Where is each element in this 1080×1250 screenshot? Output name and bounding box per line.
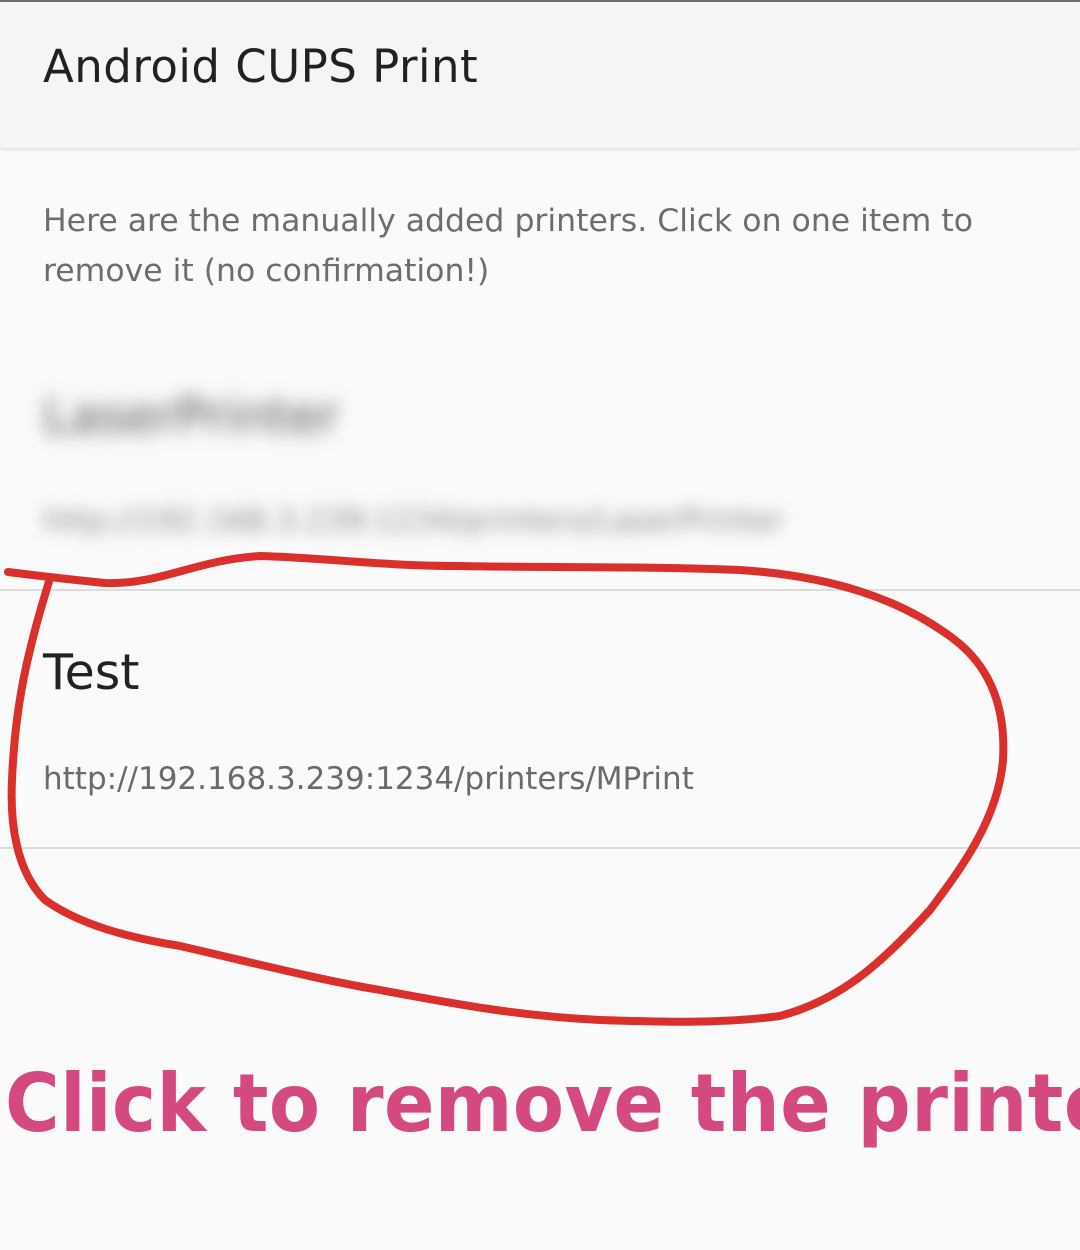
printer-list-item[interactable]: Test http://192.168.3.239:1234/printers/… [0,591,1080,847]
printer-name: LaserPrinter [43,388,340,445]
printer-list-item[interactable]: LaserPrinter http://192.168.3.239:1234/p… [0,348,1080,589]
list-divider [0,847,1080,849]
instructions-text: Here are the manually added printers. Cl… [43,203,973,289]
app-title: Android CUPS Print [43,40,479,93]
printer-url: http://192.168.3.239:1234/printers/Laser… [43,503,784,539]
app-bar: Android CUPS Print [0,2,1080,148]
annotation-label: Click to remove the printer [5,1057,1080,1150]
printer-name: Test [43,644,140,701]
screen: Android CUPS Print Here are the manually… [0,0,1080,1250]
printer-url: http://192.168.3.239:1234/printers/MPrin… [43,761,694,797]
